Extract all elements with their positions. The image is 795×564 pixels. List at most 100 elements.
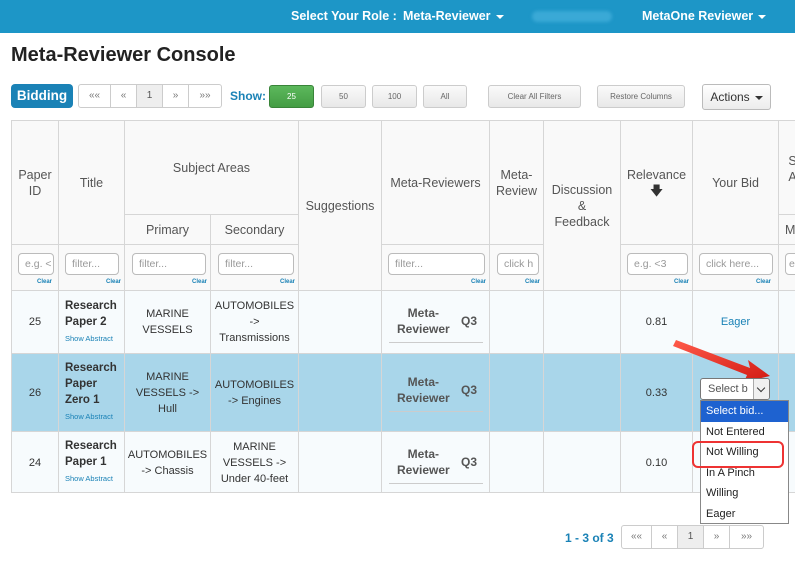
cut-cell xyxy=(779,291,795,354)
suggestions-cell xyxy=(299,291,382,354)
bid-option-willing[interactable]: Willing xyxy=(701,483,788,504)
page-size-25-button[interactable]: 25 xyxy=(269,85,314,108)
paper-title-line: Zero 1 xyxy=(65,394,100,406)
header-primary[interactable]: Primary xyxy=(125,215,211,245)
primary-text: VESSELS xyxy=(142,324,193,336)
bid-option-not-entered[interactable]: Not Entered xyxy=(701,422,788,443)
secondary-text: Under 40-feet xyxy=(220,472,289,485)
meta-review-filter-input[interactable]: click h xyxy=(497,253,539,275)
header-paper-id[interactable]: Paper ID xyxy=(12,121,59,245)
page-1-button[interactable]: 1 xyxy=(678,526,704,548)
discussion-cell xyxy=(544,354,621,432)
page-size-all-button[interactable]: All xyxy=(423,85,467,108)
meta-reviewers-cell: Meta- Reviewer Q3 xyxy=(382,291,490,354)
down-arrow-icon: 🡇 xyxy=(649,182,664,198)
page-size-100-button[interactable]: 100 xyxy=(372,85,417,108)
clear-all-filters-button[interactable]: Clear All Filters xyxy=(488,85,581,108)
header-meta-reviewers[interactable]: Meta-Reviewers xyxy=(382,121,490,245)
clear-filter-link[interactable]: Clear xyxy=(37,279,52,285)
meta-review-cell xyxy=(490,354,544,432)
bid-option-select[interactable]: Select bid... xyxy=(701,401,788,422)
clear-filter-link[interactable]: Clear xyxy=(280,279,295,285)
secondary-text: Transmissions xyxy=(219,332,290,344)
discussion-cell xyxy=(544,291,621,354)
bid-value-link[interactable]: Eager xyxy=(721,314,750,330)
meta-reviewer-name: Meta- Reviewer xyxy=(397,306,450,336)
role-label: Select Your Role : xyxy=(291,9,397,23)
actions-label: Actions xyxy=(710,90,750,104)
header-meta-review[interactable]: Meta-Review xyxy=(490,121,544,245)
title-cell: Research Paper 2 Show Abstract xyxy=(59,291,125,354)
caret-down-icon xyxy=(495,14,504,19)
meta-reviewers-filter-input[interactable]: filter... xyxy=(388,253,485,275)
header-secondary[interactable]: Secondary xyxy=(211,215,299,245)
clear-filter-link[interactable]: Clear xyxy=(192,279,207,285)
paper-id-filter-input[interactable]: e.g. < xyxy=(18,253,54,275)
secondary-text: AUTOMOBILES xyxy=(214,300,295,312)
last-page-button[interactable]: »» xyxy=(189,85,221,107)
prev-page-button[interactable]: « xyxy=(111,85,137,107)
suggestions-cell xyxy=(299,432,382,492)
bid-select[interactable]: Select b xyxy=(700,378,770,400)
quartile-label: Q3 xyxy=(460,314,477,328)
paper-title-line: Paper 2 xyxy=(65,315,107,328)
paper-title-line: Research xyxy=(65,299,117,312)
header-suggestions[interactable]: Suggestions xyxy=(299,121,382,291)
header-title[interactable]: Title xyxy=(59,121,125,245)
primary-cell: MARINE VESSELS xyxy=(125,291,211,354)
meta-reviewer-entry: Meta- Reviewer Q3 xyxy=(389,370,483,412)
secondary-text: -> xyxy=(249,316,260,328)
header-cut-off: S A xyxy=(779,121,795,215)
chevron-down-icon xyxy=(753,379,769,399)
paper-id-cell: 25 xyxy=(12,291,59,354)
annotation-arrow-icon xyxy=(673,340,770,382)
clear-filter-link[interactable]: Clear xyxy=(525,279,540,285)
clear-filter-link[interactable]: Clear xyxy=(756,279,771,285)
page-size-50-button[interactable]: 50 xyxy=(321,85,366,108)
restore-columns-button[interactable]: Restore Columns xyxy=(597,85,685,108)
annotation-highlight-box xyxy=(692,441,784,468)
meta-reviewer-name: Meta- Reviewer xyxy=(397,447,450,477)
clear-filter-link[interactable]: Clear xyxy=(674,279,689,285)
quartile-label: Q3 xyxy=(460,383,477,397)
bid-option-eager[interactable]: Eager xyxy=(701,504,788,525)
primary-cell: MARINE VESSELS -> Hull xyxy=(125,354,211,432)
show-abstract-link[interactable]: Show Abstract xyxy=(65,331,113,347)
primary-text: -> Chassis xyxy=(141,464,194,477)
role-dropdown[interactable]: Meta-Reviewer xyxy=(403,9,504,23)
secondary-filter-input[interactable]: filter... xyxy=(218,253,294,275)
primary-filter-input[interactable]: filter... xyxy=(132,253,206,275)
primary-cell: AUTOMOBILES -> Chassis xyxy=(125,432,211,492)
cut-header-s: S xyxy=(788,153,795,169)
your-bid-filter-input[interactable]: click here... xyxy=(699,253,773,275)
clear-filter-link[interactable]: Clear xyxy=(106,279,121,285)
bidding-button[interactable]: Bidding xyxy=(11,84,73,108)
header-relevance[interactable]: Relevance 🡇 xyxy=(621,121,693,245)
first-page-button[interactable]: «« xyxy=(79,85,111,107)
first-page-button[interactable]: «« xyxy=(622,526,652,548)
prev-page-button[interactable]: « xyxy=(652,526,678,548)
cut-filter-input[interactable]: e xyxy=(785,253,795,275)
clear-filter-link[interactable]: Clear xyxy=(471,279,486,285)
primary-text: VESSELS -> xyxy=(135,386,200,399)
paper-id-cell: 24 xyxy=(12,432,59,492)
last-page-button[interactable]: »» xyxy=(730,526,763,548)
actions-button[interactable]: Actions xyxy=(702,84,771,110)
next-page-button[interactable]: » xyxy=(163,85,189,107)
page-1-button[interactable]: 1 xyxy=(137,85,163,107)
user-menu[interactable]: MetaOne Reviewer xyxy=(642,9,767,23)
primary-text: Hull xyxy=(158,402,177,415)
title-filter-input[interactable]: filter... xyxy=(65,253,119,275)
show-abstract-link[interactable]: Show Abstract xyxy=(65,471,113,487)
show-abstract-link[interactable]: Show Abstract xyxy=(65,409,113,425)
primary-text: AUTOMOBILES xyxy=(127,448,208,461)
next-page-button[interactable]: » xyxy=(704,526,730,548)
paper-title-line: Paper xyxy=(65,378,97,390)
header-discussion[interactable]: Discussion & Feedback xyxy=(544,121,621,291)
paper-id-cell: 26 xyxy=(12,354,59,432)
relevance-cell: 0.10 xyxy=(621,432,693,492)
secondary-text: AUTOMOBILES xyxy=(214,378,295,391)
relevance-filter-input[interactable]: e.g. <3 xyxy=(627,253,688,275)
header-your-bid[interactable]: Your Bid xyxy=(693,121,779,245)
relevance-label: Relevance xyxy=(626,167,687,182)
